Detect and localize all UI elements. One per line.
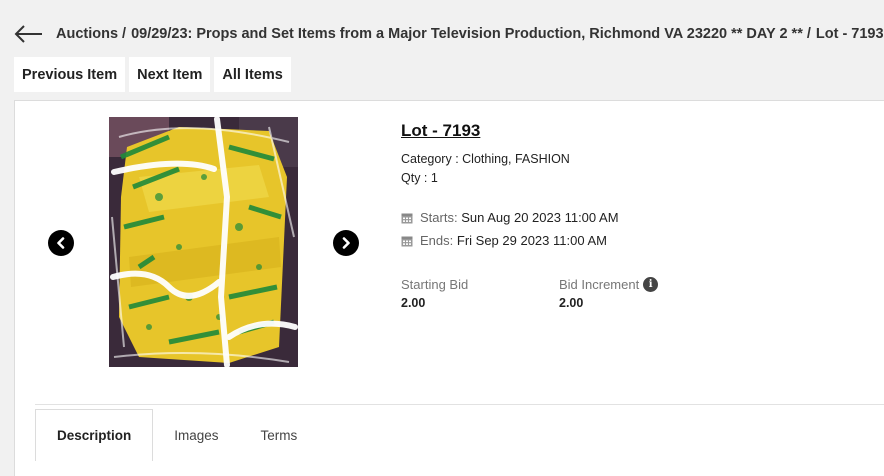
- starts-label: Starts:: [420, 210, 458, 225]
- breadcrumb-auctions[interactable]: Auctions: [56, 26, 118, 42]
- ends-row: Ends: Fri Sep 29 2023 11:00 AM: [401, 229, 871, 252]
- carousel-next-button[interactable]: [333, 230, 359, 256]
- starts-value: Sun Aug 20 2023 11:00 AM: [461, 210, 619, 225]
- starting-bid-label: Starting Bid: [401, 277, 469, 292]
- previous-item-button[interactable]: Previous Item: [14, 57, 126, 92]
- starting-bid: Starting Bid 2.00: [401, 277, 559, 310]
- bid-increment-label-row: Bid Increment i: [559, 277, 717, 292]
- tab-images[interactable]: Images: [153, 409, 239, 461]
- all-items-button[interactable]: All Items: [214, 57, 291, 92]
- lot-photo-image: [109, 117, 298, 367]
- lot-tabs: Description Images Terms: [35, 409, 318, 461]
- category-row: Category : Clothing, FASHION: [401, 150, 871, 169]
- tab-description[interactable]: Description: [35, 409, 154, 461]
- breadcrumb: Auctions / 09/29/23: Props and Set Items…: [14, 22, 884, 46]
- bid-info: Starting Bid 2.00 Bid Increment i 2.00: [401, 277, 871, 310]
- lot-meta: Category : Clothing, FASHION Qty : 1: [401, 150, 871, 188]
- breadcrumb-separator: /: [806, 26, 811, 42]
- bid-increment-label: Bid Increment: [559, 277, 640, 292]
- lot-details: Lot - 7193 Category : Clothing, FASHION …: [401, 121, 871, 310]
- ends-value: Fri Sep 29 2023 11:00 AM: [456, 233, 607, 248]
- lot-title[interactable]: Lot - 7193: [401, 121, 480, 141]
- tab-terms[interactable]: Terms: [240, 409, 319, 461]
- carousel-prev-button[interactable]: [48, 230, 74, 256]
- calendar-icon: [401, 213, 413, 223]
- starts-row: Starts: Sun Aug 20 2023 11:00 AM: [401, 206, 871, 229]
- breadcrumb-separator: /: [122, 26, 127, 42]
- category-label: Category :: [401, 152, 459, 166]
- lot-card: Lot - 7193 Category : Clothing, FASHION …: [14, 100, 884, 476]
- item-navigation: Previous Item Next Item All Items: [14, 57, 291, 92]
- starting-bid-value: 2.00: [401, 296, 426, 310]
- breadcrumb-auction-title[interactable]: 09/29/23: Props and Set Items from a Maj…: [131, 26, 803, 42]
- category-value: Clothing, FASHION: [462, 152, 570, 166]
- chevron-left-icon: [57, 237, 65, 249]
- breadcrumb-current-lot: Lot - 7193: [815, 26, 884, 42]
- bid-increment: Bid Increment i 2.00: [559, 277, 717, 310]
- qty-row: Qty : 1: [401, 169, 871, 188]
- next-item-button[interactable]: Next Item: [129, 57, 211, 92]
- bid-increment-value: 2.00: [559, 296, 584, 310]
- qty-label: Qty :: [401, 171, 428, 185]
- arrow-left-icon[interactable]: [14, 24, 44, 44]
- lot-dates: Starts: Sun Aug 20 2023 11:00 AM Ends: F…: [401, 206, 871, 252]
- divider: [35, 404, 884, 405]
- calendar-icon: [401, 236, 413, 246]
- qty-value: 1: [430, 171, 438, 185]
- ends-label: Ends:: [420, 233, 454, 248]
- info-icon[interactable]: i: [643, 277, 659, 292]
- lot-photo[interactable]: [109, 117, 298, 367]
- chevron-right-icon: [342, 237, 350, 249]
